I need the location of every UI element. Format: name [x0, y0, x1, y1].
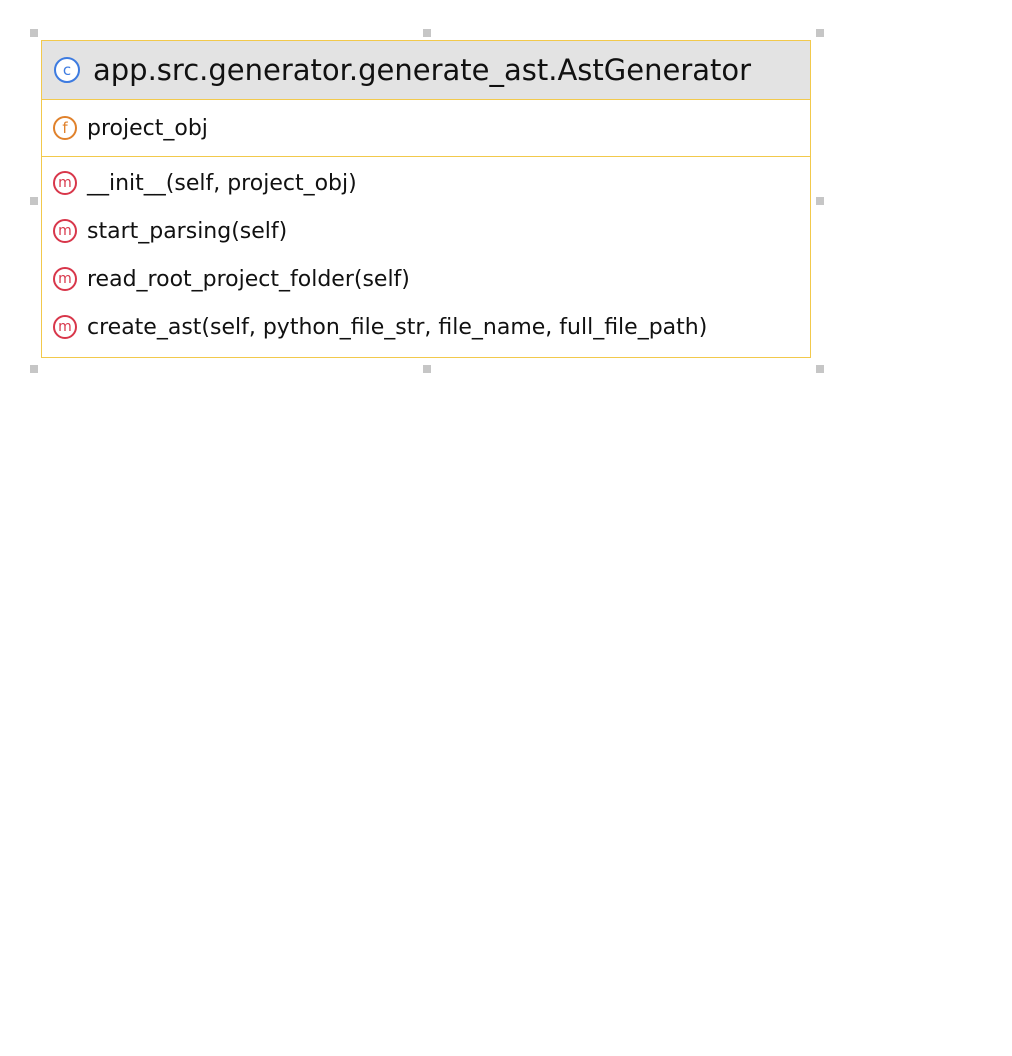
method-icon-glyph: m — [58, 271, 72, 287]
class-icon-glyph: c — [62, 60, 72, 79]
method-label: start_parsing(self) — [87, 218, 288, 244]
field-label: project_obj — [87, 115, 208, 141]
method-label: __init__(self, project_obj) — [87, 170, 357, 196]
method-icon: m — [53, 267, 77, 291]
class-icon: c — [54, 57, 80, 83]
method-icon: m — [53, 315, 77, 339]
method-row[interactable]: m read_root_project_folder(self) — [42, 255, 810, 303]
method-icon-glyph: m — [58, 223, 72, 239]
resize-handle-top-left[interactable] — [30, 29, 38, 37]
class-header[interactable]: c app.src.generator.generate_ast.AstGene… — [42, 41, 810, 100]
methods-section: m __init__(self, project_obj) m start_pa… — [42, 157, 810, 357]
method-label: read_root_project_folder(self) — [87, 266, 410, 292]
resize-handle-top-right[interactable] — [816, 29, 824, 37]
field-row[interactable]: f project_obj — [42, 104, 810, 152]
resize-handle-bottom[interactable] — [423, 365, 431, 373]
field-icon-glyph: f — [62, 118, 68, 137]
resize-handle-bottom-right[interactable] — [816, 365, 824, 373]
method-icon-glyph: m — [58, 175, 72, 191]
fields-section: f project_obj — [42, 100, 810, 157]
resize-handle-left[interactable] — [30, 197, 38, 205]
field-icon: f — [53, 116, 77, 140]
method-row[interactable]: m start_parsing(self) — [42, 207, 810, 255]
class-node[interactable]: c app.src.generator.generate_ast.AstGene… — [41, 40, 811, 358]
resize-handle-top[interactable] — [423, 29, 431, 37]
resize-handle-bottom-left[interactable] — [30, 365, 38, 373]
method-icon-glyph: m — [58, 319, 72, 335]
method-row[interactable]: m create_ast(self, python_file_str, file… — [42, 303, 810, 351]
method-icon: m — [53, 171, 77, 195]
method-label: create_ast(self, python_file_str, file_n… — [87, 314, 708, 340]
class-title: app.src.generator.generate_ast.AstGenera… — [93, 53, 752, 87]
method-icon: m — [53, 219, 77, 243]
method-row[interactable]: m __init__(self, project_obj) — [42, 159, 810, 207]
resize-handle-right[interactable] — [816, 197, 824, 205]
